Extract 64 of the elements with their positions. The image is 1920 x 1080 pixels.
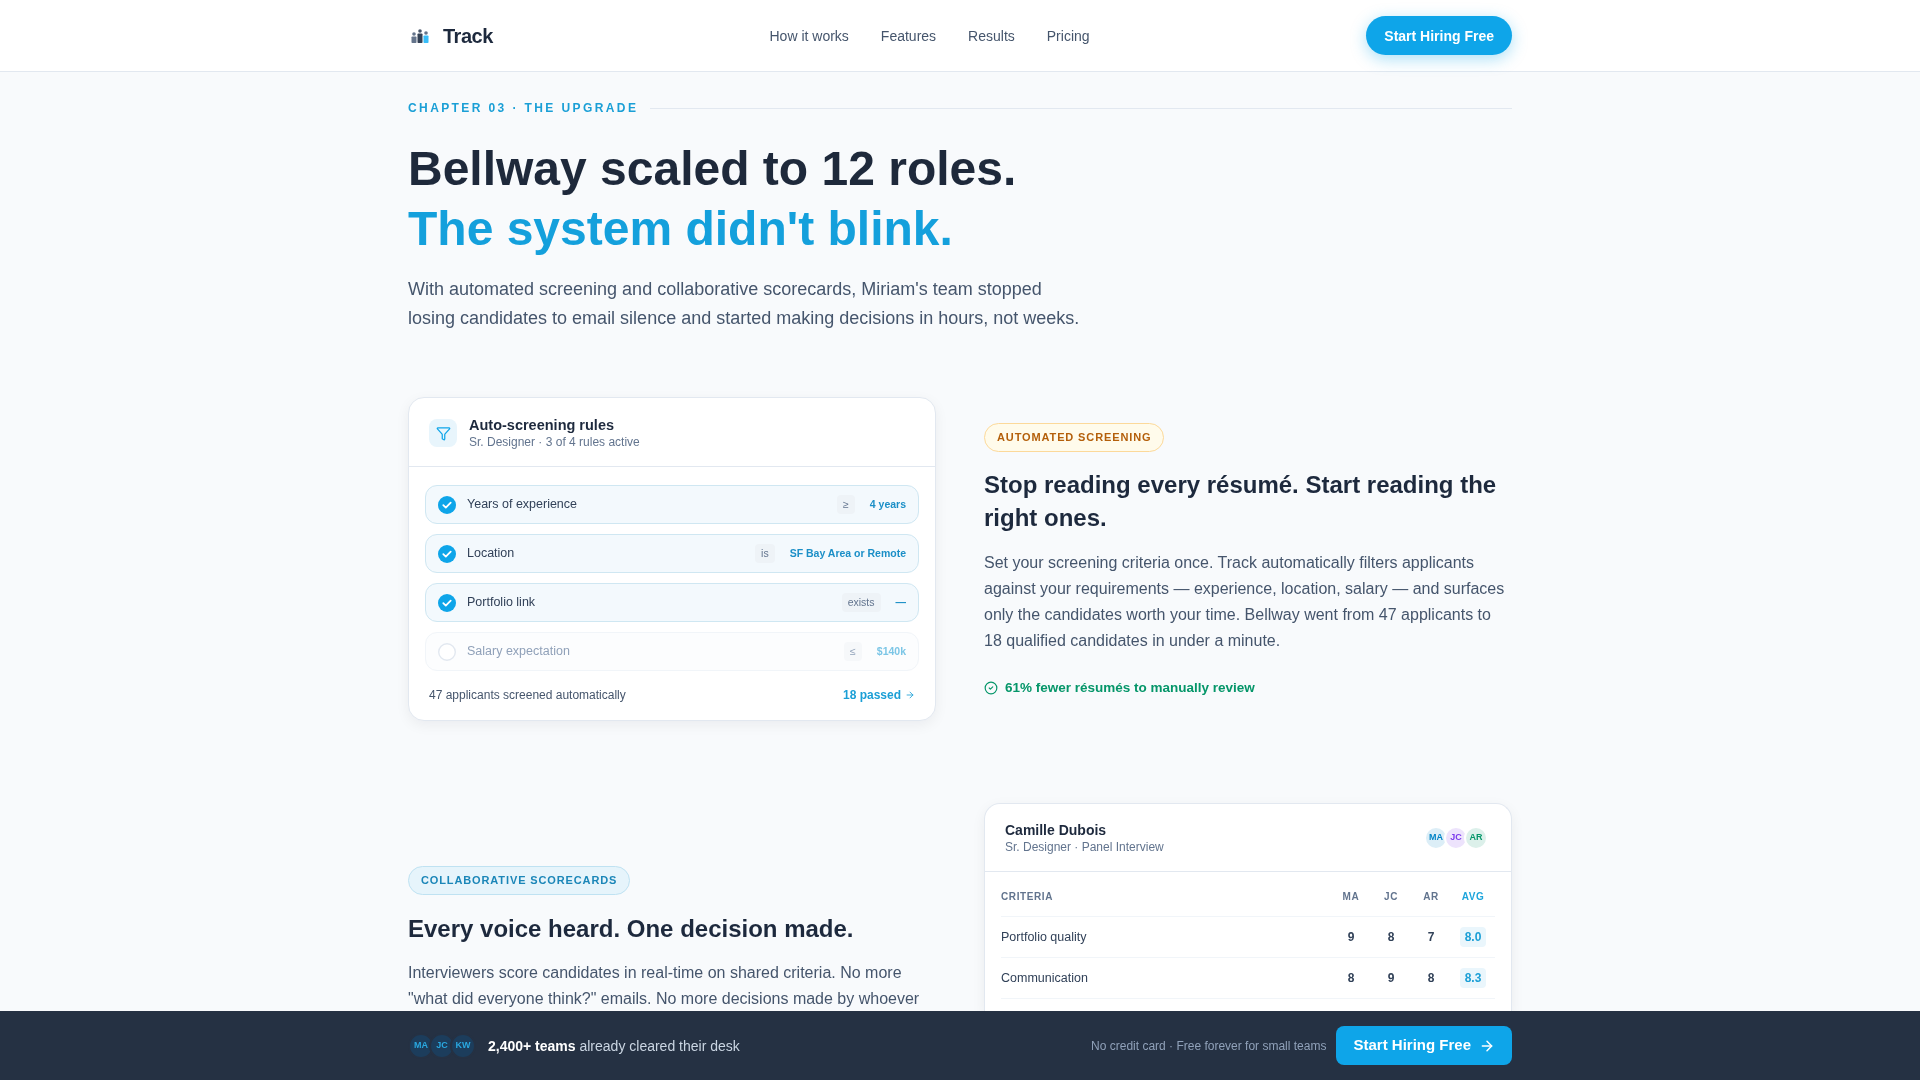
column-header: AR [1422, 890, 1440, 904]
column-header: CRITERIA [1001, 890, 1055, 904]
score-cell-text: 8 [1346, 970, 1356, 986]
feature-heading: Every voice heard. One decision made. [408, 914, 854, 944]
rule-value: SF Bay Area or Remote [789, 545, 906, 561]
average-score: 8.0 [1459, 927, 1487, 947]
check-circle-icon[interactable] [438, 593, 456, 612]
rule-value: $140k [876, 643, 906, 659]
rule-label: Years of experience [467, 496, 579, 514]
check-circle-icon[interactable] [438, 495, 456, 514]
signup-note: No credit card · Free forever for small teams [1091, 1037, 1327, 1054]
feature-body-text: Interviewers score candidates in real-time on shared criteria. No more "what did everyone think?" emails. No more decisions made by whoever [408, 963, 921, 1009]
rule-operator: exists [841, 592, 881, 613]
nav-link[interactable]: Results [968, 25, 1015, 46]
nav-link[interactable]: Pricing [1046, 25, 1090, 46]
feature-heading: Stop reading every résumé. Start reading the right ones. [984, 469, 1498, 533]
card-title: Auto-screening rules [469, 416, 616, 434]
feature-stat: 61% fewer résumés to manually review [1005, 679, 1255, 696]
rule-label: Location [467, 545, 516, 563]
card-subtitle: Sr. Designer · 3 of 4 rules active [469, 434, 640, 450]
rule-operator: ≥ [837, 494, 855, 515]
interviewer-avatar: JC [1444, 825, 1468, 850]
nav-link[interactable]: How it works [769, 25, 849, 46]
average-score: 8.3 [1459, 968, 1487, 988]
chapter-eyebrow: CHAPTER 03 · THE UPGRADE [408, 100, 639, 116]
screening-rule-row[interactable]: Location is SF Bay Area or Remote [425, 534, 919, 573]
score-cell-text: 8 [1386, 929, 1396, 945]
rule-label: Portfolio link [467, 594, 537, 612]
criterion-cell-text: Portfolio quality [1001, 928, 1088, 946]
candidate-subtitle: Sr. Designer · Panel Interview [1005, 838, 1164, 855]
screening-rule-row[interactable]: Years of experience ≥ 4 years [425, 485, 919, 524]
interviewer-avatar: MA [1424, 825, 1448, 850]
column-header: JC [1383, 890, 1399, 904]
column-header: MA [1341, 890, 1361, 904]
social-proof-text: 2,400+ teams already cleared their desk [488, 1036, 740, 1056]
feature-tag: COLLABORATIVE SCORECARDS [408, 866, 631, 895]
feature-body-text: Set your screening criteria once. Track automatically filters applicants against your requirements — experience, location, salary — and surfaces only the candidates worth your time. Bellway went from 47 applicants to 18 qualified candidates in under a minute. [984, 552, 1506, 651]
criterion-cell-text: Communication [1001, 969, 1089, 987]
filter-icon [429, 419, 457, 447]
arrow-right-icon [905, 690, 915, 700]
candidate-name: Camille Dubois [1005, 820, 1108, 839]
score-cell-text: 7 [1426, 929, 1436, 945]
people-icon [411, 28, 429, 43]
feature-tag: AUTOMATED SCREENING [984, 422, 1165, 452]
logo-wordmark[interactable]: Track [443, 20, 493, 51]
hero-title: Bellway scaled to 12 roles. [408, 141, 1018, 197]
screening-rule-row[interactable]: Portfolio link exists — [425, 583, 919, 622]
hero-title-accent: The system didn't blink. [408, 201, 954, 257]
nav-link[interactable]: Features [880, 25, 937, 46]
rule-label: Salary expectation [467, 643, 571, 661]
check-circle-icon[interactable] [438, 544, 456, 563]
rule-operator: ≤ [844, 641, 862, 662]
column-header: AVG [1460, 890, 1486, 904]
check-circle-icon [984, 680, 998, 695]
rule-operator: is [755, 543, 775, 564]
rule-value: 4 years [869, 496, 906, 512]
score-cell-text: 9 [1346, 929, 1356, 945]
rule-value: — [895, 594, 906, 610]
score-cell-text: 9 [1386, 970, 1396, 986]
hero-lead-text: With automated screening and collaborative scorecards, Miriam's team stopped losing candidates to email silence and started making decisions in hours, not weeks. [408, 278, 1081, 330]
interviewer-avatar: AR [1464, 825, 1488, 850]
score-cell-text: 8 [1426, 970, 1436, 986]
team-avatar: KW [450, 1032, 476, 1059]
screened-summary: 47 applicants screened automatically [429, 687, 626, 703]
